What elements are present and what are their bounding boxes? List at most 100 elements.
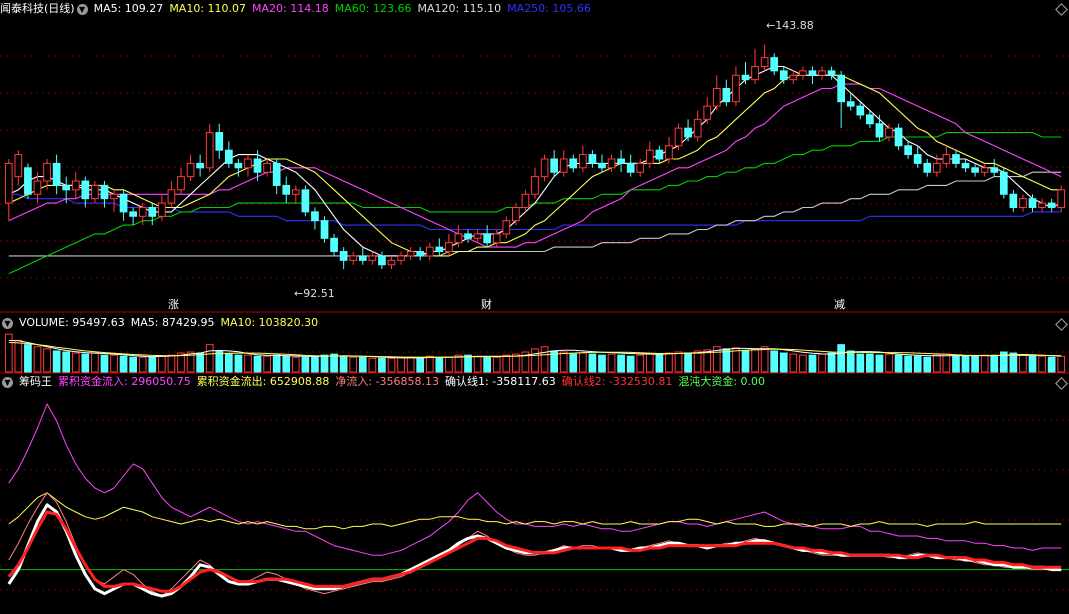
event-marker-zhang[interactable]: 涨 [168, 298, 179, 311]
event-marker-cai[interactable]: 财 [481, 298, 492, 311]
flow-title: 筹码王 [19, 375, 52, 388]
candle-body [559, 158, 568, 173]
volume-bar [760, 346, 769, 373]
candle-body [330, 237, 338, 253]
candle [24, 163, 32, 199]
candle-body [119, 193, 128, 213]
flow-layer [0, 403, 1069, 598]
candle-body [445, 242, 453, 253]
candle [952, 150, 960, 168]
candle-body [473, 233, 482, 239]
candle-body [866, 114, 874, 125]
volume-bar [339, 355, 348, 373]
flow-indicator-1: 累积资金流出: 652908.88 [196, 375, 330, 388]
volume-bar [4, 333, 13, 373]
volume-bar [588, 353, 597, 373]
candle [942, 145, 951, 168]
candle-body [770, 57, 779, 72]
volume-bar [952, 354, 960, 373]
volume-bar [24, 344, 32, 373]
volume-bar [492, 356, 501, 373]
candle [224, 141, 233, 168]
candle-body [368, 255, 377, 261]
volume-bar [349, 356, 358, 373]
dropdown-arrow-icon[interactable]: ▼ [76, 3, 88, 15]
candle [703, 97, 712, 124]
candle [588, 150, 597, 168]
candle-body [1019, 198, 1027, 208]
volume-indicator-1: MA5: 87429.95 [130, 316, 215, 329]
volume-bar [837, 344, 846, 373]
candle [760, 44, 769, 71]
candle [71, 172, 80, 199]
candle [712, 75, 721, 111]
volume-bar [512, 353, 520, 373]
candle-body [827, 70, 836, 76]
event-marker-jian[interactable]: 减 [834, 298, 845, 311]
candle [913, 145, 922, 168]
candle-body [71, 180, 80, 191]
dropdown-arrow-icon[interactable]: ▼ [2, 376, 13, 388]
candle [205, 123, 214, 173]
ma10-line [8, 74, 1062, 257]
volume-bar [799, 354, 807, 373]
candle-body [655, 149, 664, 160]
flow-indicator-4: 确认线2: -332530.81 [561, 375, 673, 388]
candle-body [4, 162, 13, 204]
candle-body [186, 162, 195, 178]
candle [196, 154, 204, 177]
candle-body [311, 211, 319, 222]
candle-body [779, 70, 788, 81]
volume-bar [932, 354, 941, 373]
candle [291, 185, 300, 204]
candle-body [158, 202, 166, 217]
candle [559, 150, 568, 177]
candle [722, 79, 731, 107]
dropdown-arrow-icon[interactable]: ▼ [2, 317, 13, 329]
volume-bar [33, 346, 42, 373]
candle [741, 62, 750, 85]
candle [406, 247, 415, 261]
candle-body [875, 123, 884, 138]
volume-bar [875, 354, 884, 373]
volume-bar [272, 354, 281, 373]
candle-body [177, 176, 185, 191]
candle-body [291, 189, 300, 195]
candle-body [378, 255, 386, 266]
volume-bar [645, 352, 654, 373]
candle [416, 247, 425, 261]
candle [684, 119, 692, 142]
volume-bar [674, 351, 683, 373]
candle [875, 114, 884, 142]
outflow-line [8, 492, 1062, 530]
candle-body [521, 193, 530, 208]
high-price-label: ←143.88 [766, 19, 814, 32]
candle-body [703, 105, 712, 120]
candle-body [636, 162, 645, 173]
candle-body [339, 251, 348, 261]
candle-body [43, 162, 51, 182]
volume-bar [435, 356, 444, 373]
candle [578, 145, 587, 173]
candle-body [799, 70, 807, 76]
volume-bar [215, 350, 224, 373]
candle-body [244, 158, 252, 169]
candle-body [272, 162, 281, 186]
candle [483, 225, 492, 248]
volume-bar [52, 350, 61, 373]
candle-body [923, 162, 932, 173]
volume-bar [722, 348, 731, 373]
candle [923, 159, 932, 177]
candle [52, 154, 61, 195]
volume-bar [1019, 354, 1027, 373]
candle [1047, 198, 1056, 212]
candle [961, 159, 970, 173]
volume-bar [1057, 355, 1066, 373]
volume-bar [425, 355, 434, 373]
volume-bar [607, 353, 616, 373]
candle-body [837, 74, 846, 103]
candle [617, 150, 625, 173]
candle [636, 159, 645, 177]
candle-body [722, 88, 731, 103]
candle [272, 159, 281, 195]
